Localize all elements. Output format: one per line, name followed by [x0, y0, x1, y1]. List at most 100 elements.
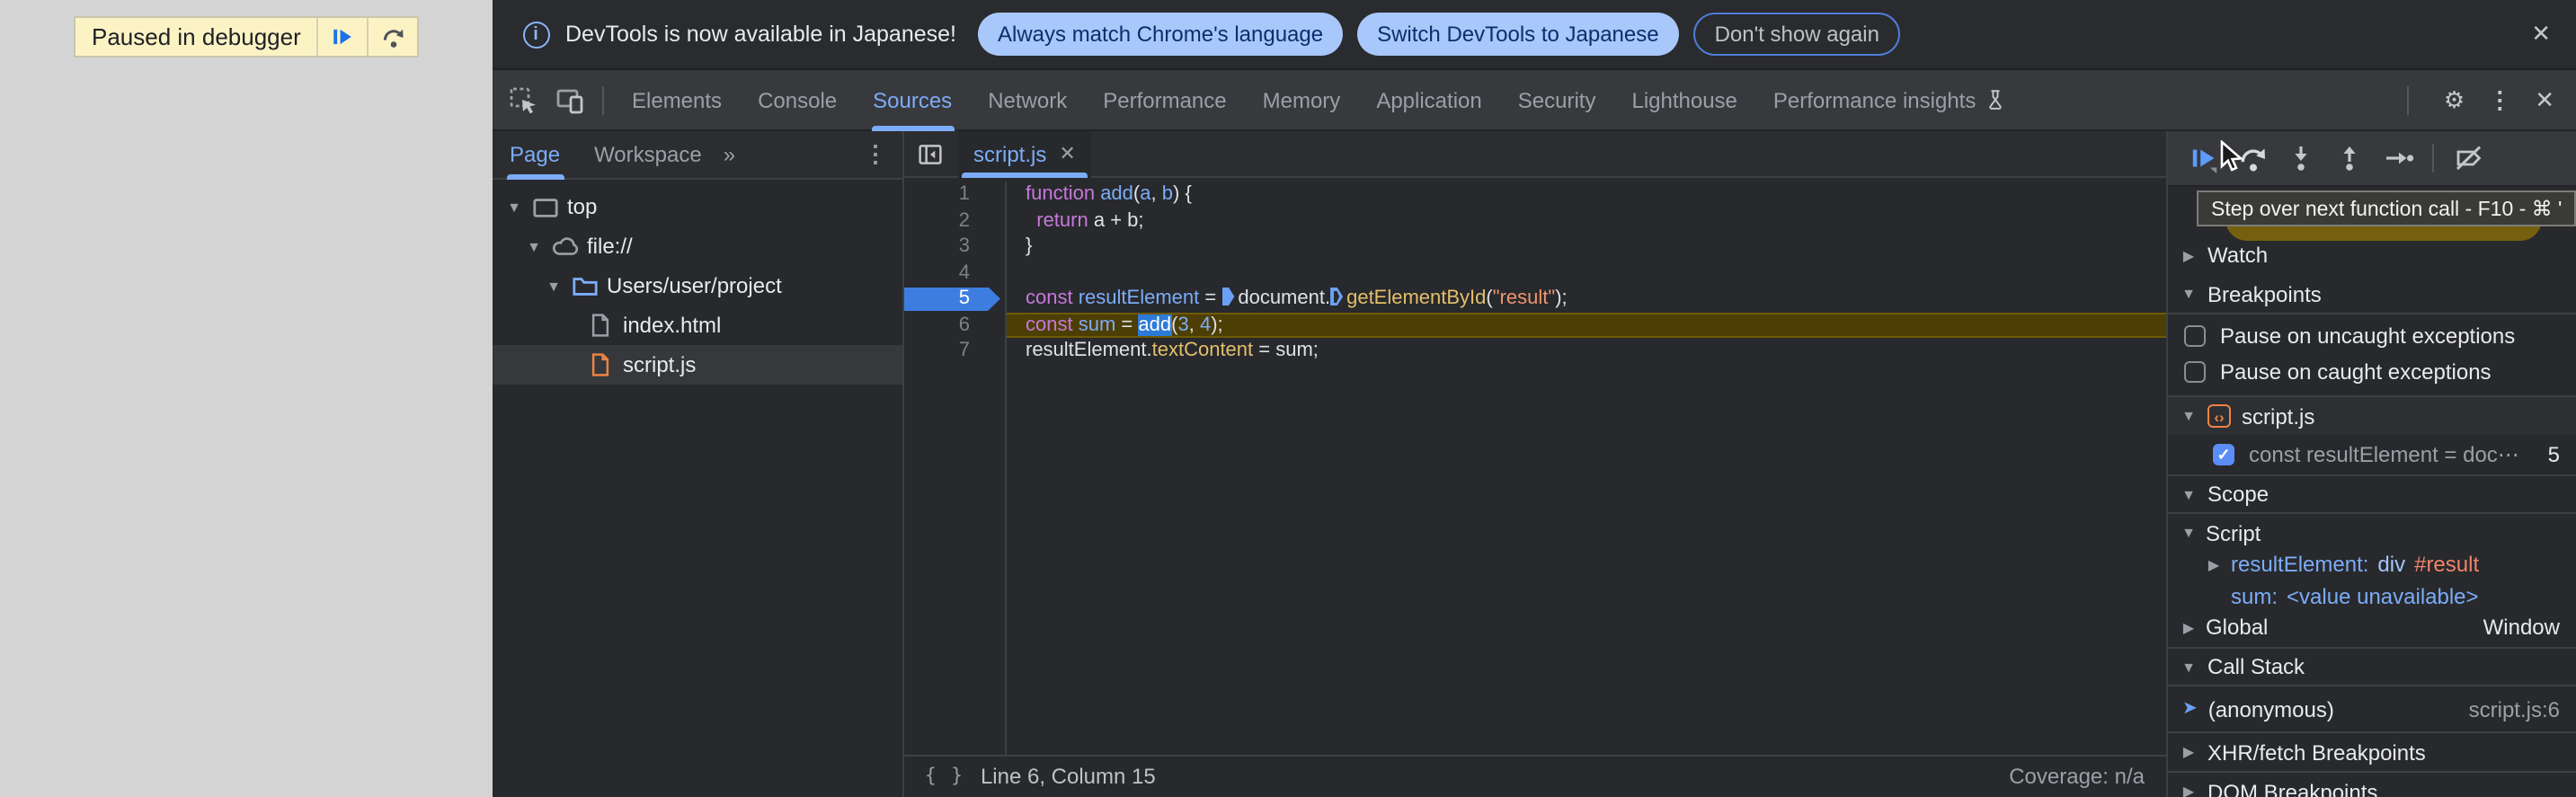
gutter-line-number[interactable]: 3 — [903, 234, 988, 260]
resume-button[interactable] — [2186, 140, 2222, 176]
breakpoint-entry[interactable]: ✓ const resultElement = doc⋯ 5 — [2168, 435, 2576, 474]
tab-memory[interactable]: Memory — [1245, 69, 1359, 130]
frame-icon — [531, 193, 558, 220]
tab-application[interactable]: Application — [1358, 69, 1499, 130]
settings-gear-icon[interactable]: ⚙ — [2444, 85, 2465, 114]
switch-devtools-japanese-button[interactable]: Switch DevTools to Japanese — [1357, 13, 1679, 56]
navigator-overflow-chevrons[interactable]: » — [724, 142, 735, 167]
checkbox-checked-icon[interactable]: ✓ — [2213, 444, 2234, 465]
scope-global-value: Window — [2483, 615, 2560, 641]
gutter-line-number[interactable]: 6 — [903, 312, 988, 338]
editor-tab-label: script.js — [973, 141, 1047, 166]
scope-global-row[interactable]: ▶ Global Window — [2168, 612, 2576, 643]
deactivate-breakpoints-button[interactable] — [2450, 140, 2486, 176]
infobar-close-icon[interactable]: ✕ — [2531, 20, 2551, 49]
expand-arrow-icon[interactable]: ▼ — [546, 278, 562, 294]
tree-item-label: script.js — [623, 352, 697, 377]
inspect-element-icon[interactable] — [508, 84, 538, 115]
tree-item-index-html[interactable]: index.html — [492, 306, 902, 345]
dont-show-again-button[interactable]: Don't show again — [1692, 13, 1901, 56]
coverage-label: Coverage: n/a — [2009, 764, 2145, 789]
pause-uncaught-exceptions-row[interactable]: Pause on uncaught exceptions — [2168, 318, 2576, 354]
pause-caught-exceptions-row[interactable]: Pause on caught exceptions — [2168, 354, 2576, 390]
scope-var-sum[interactable]: sum: <value unavailable> — [2168, 580, 2576, 612]
gutter-line-number[interactable]: 4 — [903, 260, 988, 286]
code-token: , — [1150, 183, 1162, 205]
tab-lighthouse[interactable]: Lighthouse — [1613, 69, 1754, 130]
pretty-print-icon[interactable]: { } — [925, 766, 964, 787]
tree-item-file-protocol[interactable]: ▼ file:// — [492, 226, 902, 266]
cursor-position-label: Line 6, Column 15 — [980, 764, 1156, 789]
step-button[interactable] — [2380, 140, 2416, 176]
tree-item-top[interactable]: ▼ top — [492, 187, 902, 226]
editor-tab-close-icon[interactable]: ✕ — [1059, 142, 1075, 165]
tab-performance-insights[interactable]: Performance insights — [1755, 69, 2024, 130]
tab-elements[interactable]: Elements — [614, 69, 740, 130]
section-breakpoints[interactable]: ▼ Breakpoints — [2168, 275, 2576, 314]
scope-var-resultelement[interactable]: ▶ resultElement: div #result — [2168, 549, 2576, 580]
step-over-tooltip: Step over next function call - F10 - ⌘ ' — [2197, 190, 2576, 226]
editor-tab-script-js[interactable]: script.js ✕ — [957, 130, 1092, 177]
section-watch[interactable]: ▶ Watch — [2168, 235, 2576, 275]
code-token: } — [1026, 235, 1033, 257]
devtools-close-icon[interactable]: ✕ — [2535, 85, 2554, 114]
section-dom-breakpoints[interactable]: ▶ DOM Breakpoints — [2168, 771, 2576, 797]
section-call-stack[interactable]: ▼ Call Stack — [2168, 647, 2576, 686]
code-token: getElementById — [1346, 288, 1487, 309]
checkbox-unchecked-icon[interactable] — [2184, 325, 2206, 347]
expand-arrow-icon[interactable]: ▼ — [526, 238, 542, 254]
tab-security[interactable]: Security — [1500, 69, 1614, 130]
paused-in-debugger-badge: Paused in debugger — [74, 16, 420, 58]
gutter-line-number[interactable]: 2 — [903, 208, 988, 234]
step-over-button-page[interactable] — [369, 18, 418, 56]
code-token: b — [1161, 183, 1173, 205]
tab-performance[interactable]: Performance — [1085, 69, 1244, 130]
breakpoint-file-group[interactable]: ▼ ‹› script.js — [2168, 395, 2576, 435]
code-token: resultElement. — [1026, 340, 1152, 361]
checkbox-label: Pause on uncaught exceptions — [2220, 323, 2516, 349]
section-scope[interactable]: ▼ Scope — [2168, 474, 2576, 514]
tab-sources[interactable]: Sources — [855, 69, 970, 130]
navigator-tab-page[interactable]: Page — [505, 130, 564, 179]
sources-panel: Page Workspace » ⋮ ▼ top ▼ file:// ▼ Use… — [492, 130, 2576, 797]
expand-arrow-icon[interactable]: ▼ — [506, 199, 522, 215]
call-stack-frame[interactable]: ➤ (anonymous) script.js:6 — [2168, 690, 2576, 728]
folder-icon — [571, 272, 598, 299]
kebab-menu-icon[interactable]: ⋮ — [2488, 85, 2511, 114]
continue-to-location-marker-icon[interactable] — [1221, 288, 1235, 306]
navigator-tab-workspace[interactable]: Workspace — [594, 130, 702, 179]
tree-item-project-folder[interactable]: ▼ Users/user/project — [492, 266, 902, 306]
chevron-right-icon: ▶ — [2207, 556, 2220, 573]
gutter-line-number[interactable]: 5 — [903, 286, 988, 312]
always-match-language-button[interactable]: Always match Chrome's language — [978, 13, 1344, 56]
gutter-line-number[interactable]: 1 — [903, 182, 988, 208]
flask-icon — [1989, 90, 2003, 110]
scope-script-row[interactable]: ▼ Script — [2168, 518, 2576, 549]
checkbox-unchecked-icon[interactable] — [2184, 361, 2206, 383]
tab-network[interactable]: Network — [970, 69, 1085, 130]
code-token: textContent — [1151, 340, 1254, 361]
navigator-kebab-icon[interactable]: ⋮ — [864, 140, 887, 169]
tab-performance-insights-label: Performance insights — [1772, 87, 1976, 112]
tab-console[interactable]: Console — [740, 69, 855, 130]
continue-to-location-marker-icon[interactable] — [1330, 288, 1344, 306]
current-frame-arrow-icon: ➤ — [2182, 699, 2198, 719]
breakpoint-line-number: 5 — [2547, 442, 2560, 467]
navigator-sidebar: Page Workspace » ⋮ ▼ top ▼ file:// ▼ Use… — [492, 131, 903, 797]
code-token: document. — [1238, 288, 1331, 309]
section-label: Breakpoints — [2207, 281, 2322, 306]
gutter-line-number[interactable]: 7 — [903, 338, 988, 364]
step-into-button[interactable] — [2283, 140, 2319, 176]
resume-script-button[interactable] — [319, 18, 368, 56]
section-xhr-breakpoints[interactable]: ▶ XHR/fetch Breakpoints — [2168, 731, 2576, 771]
debugger-sidebar: ▶ Watch ▼ Breakpoints Pause on uncaught … — [2168, 131, 2576, 797]
step-out-button[interactable] — [2332, 140, 2367, 176]
chevron-right-icon: ▶ — [2182, 247, 2195, 263]
hide-navigator-icon[interactable] — [903, 141, 957, 166]
tree-item-label: Users/user/project — [607, 273, 782, 298]
device-toolbar-icon[interactable] — [555, 84, 585, 115]
tree-item-label: index.html — [623, 313, 722, 338]
tree-item-script-js[interactable]: script.js — [492, 345, 902, 385]
scope-var-value-id: #result — [2414, 552, 2480, 578]
